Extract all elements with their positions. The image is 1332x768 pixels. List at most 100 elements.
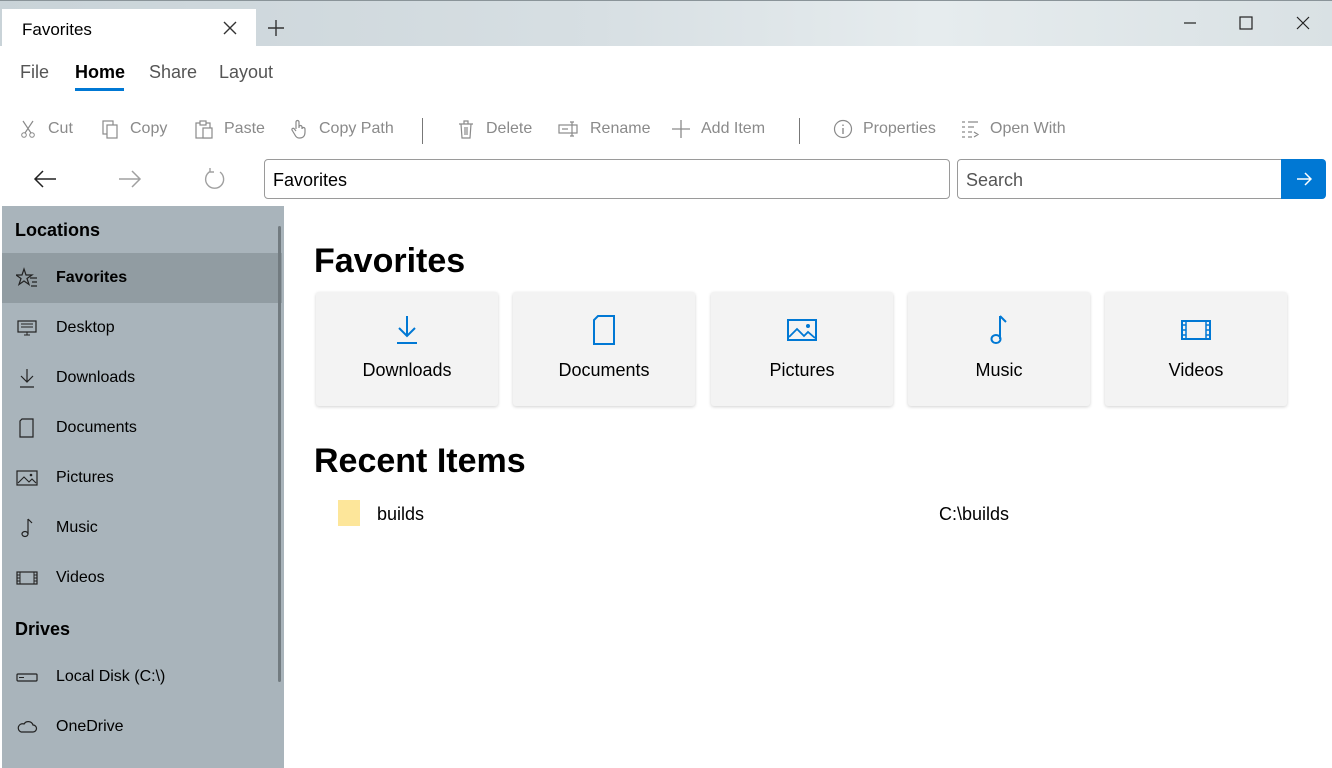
add-item-button[interactable]: Add Item	[671, 118, 765, 140]
open-with-label: Open With	[990, 120, 1066, 137]
sidebar-item-label: Favorites	[56, 269, 128, 286]
locations-header: Locations	[15, 220, 101, 240]
close-tab-icon[interactable]	[220, 18, 240, 38]
cut-button[interactable]: Cut	[18, 118, 73, 140]
command-bar: Cut Copy Paste Copy Path Delete Rename A…	[0, 96, 1332, 156]
recent-item-name: builds	[377, 504, 425, 524]
document-icon	[19, 418, 34, 438]
search-button[interactable]	[1281, 159, 1326, 199]
rename-label: Rename	[590, 120, 651, 137]
rename-button[interactable]: Rename	[558, 118, 650, 140]
refresh-icon[interactable]	[202, 167, 228, 191]
properties-label: Properties	[863, 120, 936, 137]
music-note-icon	[21, 518, 33, 538]
favorites-title: Favorites	[314, 242, 466, 280]
desktop-icon	[17, 320, 37, 336]
maximize-icon[interactable]	[1236, 13, 1256, 33]
sidebar-item-documents[interactable]: Documents	[2, 403, 282, 453]
separator	[422, 118, 423, 144]
tab-favorites[interactable]: Favorites	[2, 9, 256, 47]
tab-title: Favorites	[22, 20, 92, 39]
sidebar-item-label: Pictures	[56, 469, 114, 486]
sidebar-item-label: Videos	[56, 569, 105, 586]
title-bar: Favorites	[0, 0, 1332, 47]
open-with-icon	[962, 121, 980, 138]
recent-item-path: C:\builds	[939, 504, 1010, 524]
rename-icon	[558, 121, 578, 137]
sidebar-item-favorites[interactable]: Favorites	[2, 253, 282, 303]
sidebar-item-videos[interactable]: Videos	[2, 553, 282, 603]
favorite-card-videos[interactable]: Videos	[1105, 292, 1287, 406]
favorite-card-music[interactable]: Music	[908, 292, 1090, 406]
ribbon-tab-share[interactable]: Share	[149, 62, 197, 83]
favorite-card-pictures[interactable]: Pictures	[711, 292, 893, 406]
delete-button[interactable]: Delete	[456, 118, 532, 140]
ribbon-tabs: File Home Share Layout	[0, 46, 1332, 96]
separator	[799, 118, 800, 144]
ribbon-tab-home[interactable]: Home	[75, 62, 125, 83]
sidebar-item-label: Desktop	[56, 319, 115, 336]
recent-items-title: Recent Items	[314, 442, 526, 480]
folder-icon	[338, 500, 360, 526]
copy-button[interactable]: Copy	[100, 118, 167, 140]
trash-icon	[459, 120, 473, 139]
sidebar-item-pictures[interactable]: Pictures	[2, 453, 282, 503]
navigation-bar: Favorites Search	[0, 156, 1332, 206]
back-arrow-icon[interactable]	[32, 167, 58, 191]
copy-icon	[102, 120, 118, 139]
sidebar-item-label: Local Disk (C:\)	[56, 668, 166, 685]
active-tab-indicator	[75, 88, 124, 91]
card-label: Downloads	[362, 360, 452, 380]
close-window-icon[interactable]	[1293, 13, 1313, 33]
minimize-icon[interactable]	[1180, 13, 1200, 33]
cut-icon	[21, 120, 35, 138]
ribbon-tab-file[interactable]: File	[20, 62, 49, 83]
copy-path-label: Copy Path	[319, 120, 394, 137]
cloud-icon	[17, 721, 38, 733]
cut-label: Cut	[48, 120, 73, 137]
open-with-button[interactable]: Open With	[960, 118, 1066, 140]
paste-label: Paste	[224, 120, 265, 137]
new-tab-icon[interactable]	[266, 18, 286, 38]
copy-path-button[interactable]: Copy Path	[289, 118, 394, 140]
sidebar-item-onedrive[interactable]: OneDrive	[2, 702, 282, 752]
recent-item-row[interactable]: builds C:\builds	[334, 496, 1314, 536]
music-note-icon	[990, 315, 1007, 344]
delete-label: Delete	[486, 120, 533, 137]
plus-icon	[672, 120, 690, 138]
sidebar-item-music[interactable]: Music	[2, 503, 282, 553]
picture-icon	[16, 470, 38, 486]
sidebar-item-local-disk[interactable]: Local Disk (C:\)	[2, 652, 282, 702]
hand-pointer-icon	[291, 119, 306, 139]
ribbon-tab-layout[interactable]: Layout	[219, 62, 273, 83]
search-input[interactable]: Search	[957, 159, 1282, 199]
download-icon	[397, 316, 417, 344]
sidebar-item-label: OneDrive	[56, 718, 124, 735]
sidebar-item-label: Downloads	[56, 369, 136, 386]
main-content: Favorites Downloads Documents Pictures M…	[284, 206, 1332, 768]
add-item-label: Add Item	[701, 120, 766, 137]
paste-icon	[195, 120, 213, 139]
sidebar-item-desktop[interactable]: Desktop	[2, 303, 282, 353]
drive-icon	[16, 673, 38, 682]
arrow-right-icon	[1296, 172, 1312, 186]
copy-label: Copy	[130, 120, 168, 137]
forward-arrow-icon[interactable]	[117, 167, 143, 191]
properties-button[interactable]: Properties	[833, 118, 936, 140]
address-bar[interactable]: Favorites	[264, 159, 950, 199]
card-label: Documents	[558, 360, 650, 380]
card-label: Pictures	[769, 360, 835, 380]
card-label: Videos	[1168, 360, 1224, 380]
favorite-card-documents[interactable]: Documents	[513, 292, 695, 406]
sidebar-item-downloads[interactable]: Downloads	[2, 353, 282, 403]
card-label: Music	[975, 360, 1023, 380]
video-icon	[1181, 320, 1211, 340]
download-icon	[20, 369, 34, 388]
sidebar-item-label: Music	[56, 519, 98, 536]
star-icon	[16, 267, 37, 287]
sidebar-item-label: Documents	[56, 419, 137, 436]
sidebar-scrollbar[interactable]	[278, 226, 281, 682]
paste-button[interactable]: Paste	[194, 118, 265, 140]
favorite-card-downloads[interactable]: Downloads	[316, 292, 498, 406]
drives-header: Drives	[15, 619, 71, 639]
